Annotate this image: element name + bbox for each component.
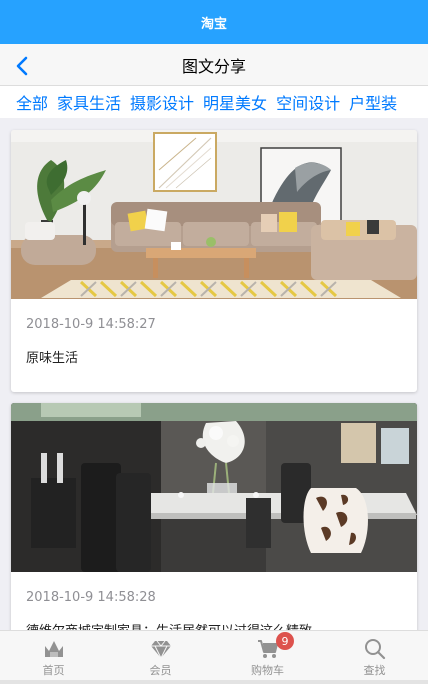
tab-member[interactable]: 会员 [107, 631, 214, 680]
tab-bar: 首页 会员 9 购物车 查找 [0, 630, 428, 680]
post-card[interactable]: 2018-10-9 14:58:28 德维尔商城定制家具：生活居然可以过得这么精… [11, 403, 417, 630]
category-furniture-life[interactable]: 家具生活 [57, 90, 121, 114]
tab-label: 查找 [363, 664, 386, 677]
post-image-living-room [11, 130, 417, 299]
post-time: 2018-10-9 14:58:27 [26, 317, 156, 332]
post-list[interactable]: 2018-10-9 14:58:27 原味生活 2018-10-9 14:58:… [0, 118, 428, 630]
tab-search[interactable]: 查找 [321, 631, 428, 680]
cart-badge: 9 [276, 632, 295, 650]
page-title: 图文分享 [181, 56, 246, 76]
category-photo-design[interactable]: 摄影设计 [130, 90, 194, 114]
bottom-strip [0, 680, 428, 684]
tab-label: 首页 [42, 664, 65, 677]
post-image-dining-room [11, 403, 417, 572]
category-floor-plan[interactable]: 户型装 [349, 90, 397, 114]
home-icon [44, 641, 63, 657]
category-scroller[interactable]: 全部 家具生活 摄影设计 明星美女 空间设计 户型装 [0, 86, 428, 118]
tab-label: 购物车 [251, 664, 284, 677]
post-title: 德维尔商城定制家具：生活居然可以过得这么精致 [11, 605, 417, 630]
chevron-left-icon [16, 56, 28, 76]
app-header: 淘宝 [0, 0, 428, 44]
category-celebrities[interactable]: 明星美女 [203, 90, 267, 114]
tab-label: 会员 [149, 664, 172, 677]
post-card[interactable]: 2018-10-9 14:58:27 原味生活 [11, 130, 417, 392]
back-button[interactable] [8, 52, 36, 80]
tab-cart[interactable]: 9 购物车 [214, 631, 321, 680]
post-time: 2018-10-9 14:58:28 [26, 590, 156, 605]
category-space-design[interactable]: 空间设计 [276, 90, 340, 114]
member-icon [150, 640, 171, 660]
nav-bar: 图文分享 [0, 44, 428, 86]
post-title: 原味生活 [26, 351, 79, 366]
tab-home[interactable]: 首页 [0, 631, 107, 680]
category-all[interactable]: 全部 [16, 90, 48, 114]
search-icon [364, 639, 385, 660]
app-title: 淘宝 [200, 16, 227, 32]
